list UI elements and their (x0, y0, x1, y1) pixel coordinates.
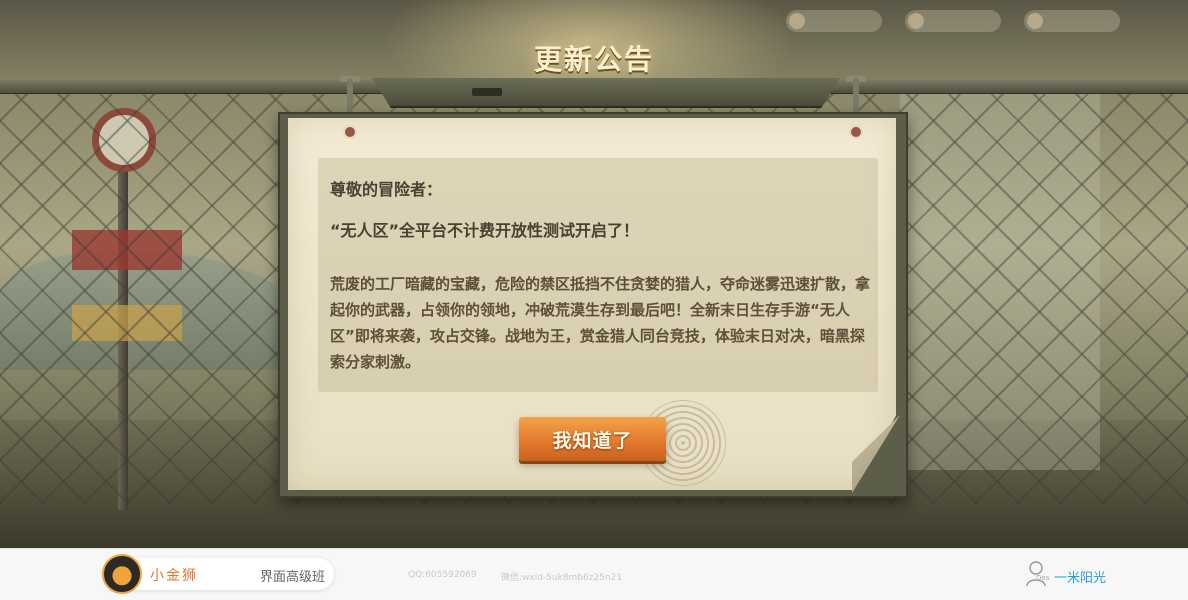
top-resource-pill (905, 10, 1001, 32)
pin-left-icon (343, 125, 357, 139)
ribbon-slot (472, 88, 502, 96)
pin-right-icon (849, 125, 863, 139)
top-resource-pill (1024, 10, 1120, 32)
coin-icon (789, 13, 805, 29)
lion-logo-icon (102, 554, 142, 594)
brand-name: 小金狮 (150, 568, 198, 584)
brand-badge: 小金狮 界面高级班 (102, 554, 334, 594)
coin-icon (1027, 13, 1043, 29)
qq-contact: QQ:605592069 (408, 570, 477, 580)
top-resource-pill (786, 10, 882, 32)
dialog-title: 更新公告 (533, 43, 654, 76)
notice-greeting: 尊敬的冒险者： (330, 180, 443, 199)
course-label: 界面高级班 (260, 570, 326, 585)
user-tag: Des (1036, 574, 1050, 582)
coin-icon (908, 13, 924, 29)
notice-body: 荒废的工厂暗藏的宝藏，危险的禁区抵挡不住贪婪的猎人，夺命迷雾迅速扩散，拿起你的武… (330, 275, 871, 371)
confirm-button[interactable]: 我知道了 (519, 417, 666, 461)
notice-headline: “无人区”全平台不计费开放性测试开启了！ (330, 221, 640, 240)
footer-bar: 小金狮 界面高级班 QQ:605592069 微信:wxid-5uk8mb6z2… (0, 548, 1188, 600)
wechat-contact: 微信:wxid-5uk8mb6z25n21 (501, 573, 623, 583)
author-name: 一米阳光 (1054, 571, 1107, 586)
title-ribbon (372, 78, 840, 108)
